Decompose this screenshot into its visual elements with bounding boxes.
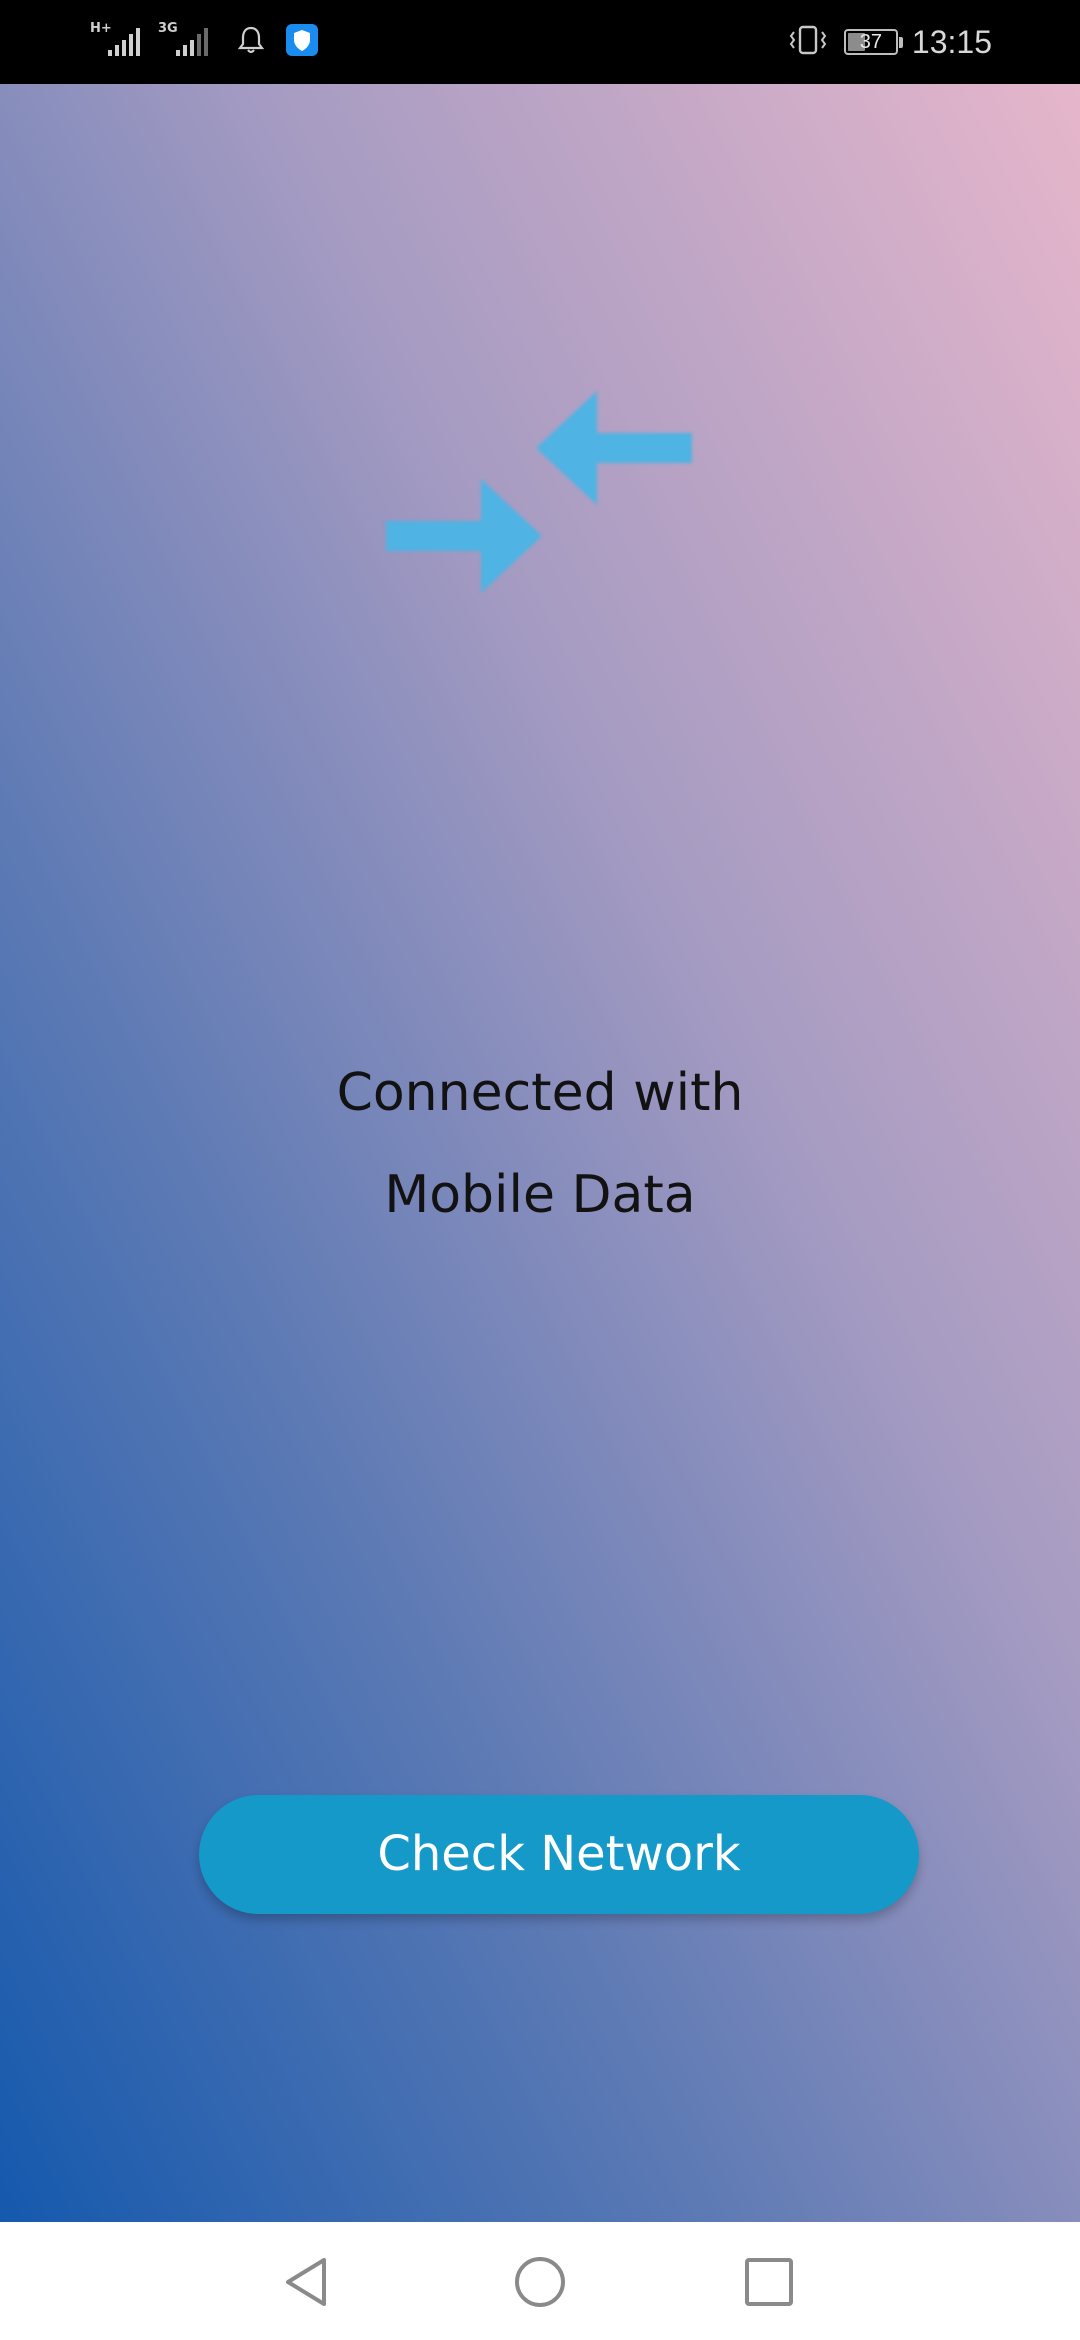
back-triangle-icon <box>286 2258 326 2306</box>
status-line-1: Connected with <box>336 1063 744 1123</box>
signal-strength-icon: H+ <box>90 22 148 62</box>
signal-strength-icon: 3G <box>158 22 216 62</box>
data-transfer-arrows-icon <box>386 391 692 593</box>
status-line-2: Mobile Data <box>384 1165 696 1225</box>
home-circle-icon <box>515 2257 565 2307</box>
battery-cap <box>898 37 903 48</box>
battery-icon: 37 <box>843 29 903 55</box>
back-button[interactable] <box>272 2246 344 2318</box>
battery-level: 37 <box>859 31 883 53</box>
connection-status-message: Connected with Mobile Data <box>0 1042 1080 1246</box>
vibrate-icon <box>786 24 830 60</box>
check-network-button[interactable]: Check Network <box>199 1795 919 1914</box>
recents-square-icon <box>745 2258 793 2306</box>
shield-icon <box>286 24 318 60</box>
home-button[interactable] <box>504 2246 576 2318</box>
status-bar: H+ 3G 37 13:15 <box>0 0 1080 84</box>
app-screen: H+ 3G 37 13:15 Connected with Mobile Dat… <box>0 0 1080 2340</box>
recents-button[interactable] <box>733 2246 805 2318</box>
bell-icon <box>237 25 265 59</box>
status-bar-right: 37 13:15 <box>786 18 992 66</box>
navigation-bar <box>0 2222 1080 2340</box>
status-time: 13:15 <box>911 23 992 60</box>
status-bar-left: H+ 3G <box>90 18 318 66</box>
main-content: Connected with Mobile Data Check Network <box>0 84 1080 2222</box>
